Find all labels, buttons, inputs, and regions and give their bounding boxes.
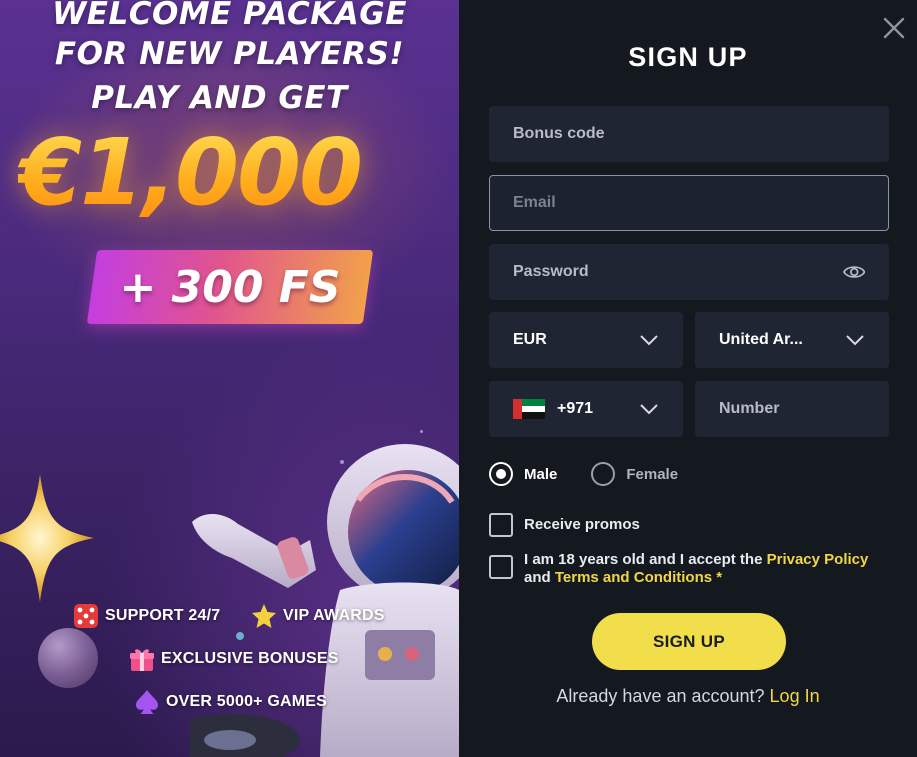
- login-prompt: Already have an account? Log In: [459, 686, 917, 707]
- email-input[interactable]: [513, 194, 864, 212]
- terms-row: I am 18 years old and I accept the Priva…: [489, 551, 868, 587]
- phone-number-field[interactable]: [695, 381, 889, 437]
- bonus-code-field[interactable]: [489, 106, 889, 162]
- female-label[interactable]: Female: [626, 466, 678, 483]
- gender-radio-group: Male Female: [489, 462, 678, 486]
- terms-and: and: [524, 569, 555, 586]
- star-icon: [252, 604, 276, 628]
- promo-headline-line1: WELCOME PACKAGE: [52, 0, 407, 32]
- eye-icon[interactable]: [842, 263, 865, 281]
- feature-label: VIP AWARDS: [283, 607, 385, 624]
- phone-number-input[interactable]: [719, 400, 865, 418]
- male-radio[interactable]: [489, 462, 513, 486]
- phone-code-value: +971: [557, 400, 594, 417]
- modal-title: SIGN UP: [628, 42, 748, 72]
- password-field[interactable]: [489, 244, 889, 300]
- promo-bonus-amount: €1,000: [18, 118, 458, 228]
- privacy-policy-link[interactable]: Privacy Policy: [767, 551, 869, 568]
- receive-promos-label[interactable]: Receive promos: [524, 513, 640, 537]
- spade-icon: [136, 690, 158, 714]
- terms-label: I am 18 years old and I accept the Priva…: [524, 551, 868, 587]
- promo-headline-line2: FOR NEW PLAYERS!: [54, 36, 405, 72]
- feature-games: OVER 5000+ GAMES: [134, 689, 327, 715]
- feature-support: SUPPORT 24/7: [73, 603, 220, 629]
- terms-conditions-link[interactable]: Terms and Conditions: [555, 569, 712, 586]
- signup-modal: SIGN UP EUR United Ar... +971: [459, 0, 917, 757]
- currency-select[interactable]: EUR: [489, 312, 683, 368]
- male-label[interactable]: Male: [524, 466, 557, 483]
- feature-bonuses: EXCLUSIVE BONUSES: [129, 646, 339, 672]
- already-text: Already have an account?: [556, 686, 770, 706]
- chevron-down-icon: [846, 335, 864, 346]
- required-marker: *: [712, 569, 723, 586]
- terms-prefix: I am 18 years old and I accept the: [524, 551, 767, 568]
- feature-label: SUPPORT 24/7: [105, 607, 221, 624]
- star-dot: [420, 430, 423, 433]
- terms-checkbox[interactable]: [489, 555, 513, 579]
- currency-value: EUR: [513, 331, 547, 348]
- password-input[interactable]: [513, 263, 843, 281]
- female-radio[interactable]: [591, 462, 616, 486]
- close-icon[interactable]: [880, 14, 908, 42]
- country-select[interactable]: United Ar...: [695, 312, 889, 368]
- uae-flag-icon: [513, 399, 545, 419]
- feature-vip: VIP AWARDS: [251, 603, 385, 629]
- sign-up-button[interactable]: SIGN UP: [592, 613, 786, 670]
- email-field[interactable]: [489, 175, 889, 231]
- sparkle-decoration: [0, 474, 94, 602]
- login-link[interactable]: Log In: [770, 686, 820, 706]
- promo-banner: WELCOME PACKAGE FOR NEW PLAYERS! PLAY AN…: [0, 0, 459, 757]
- phone-code-select[interactable]: +971: [489, 381, 683, 437]
- chevron-down-icon: [640, 335, 658, 346]
- receive-promos-row: Receive promos: [489, 513, 640, 537]
- country-value: United Ar...: [719, 331, 803, 348]
- gift-icon: [130, 649, 154, 671]
- promo-headline-line3: PLAY AND GET: [91, 80, 348, 116]
- feature-label: EXCLUSIVE BONUSES: [161, 650, 339, 667]
- receive-promos-checkbox[interactable]: [489, 513, 513, 537]
- free-spins-text: + 300 FS: [119, 261, 341, 313]
- feature-label: OVER 5000+ GAMES: [166, 693, 328, 710]
- chevron-down-icon: [640, 404, 658, 415]
- bonus-code-input[interactable]: [513, 125, 865, 143]
- dice-icon: [74, 604, 98, 628]
- planet-decoration: [38, 628, 98, 688]
